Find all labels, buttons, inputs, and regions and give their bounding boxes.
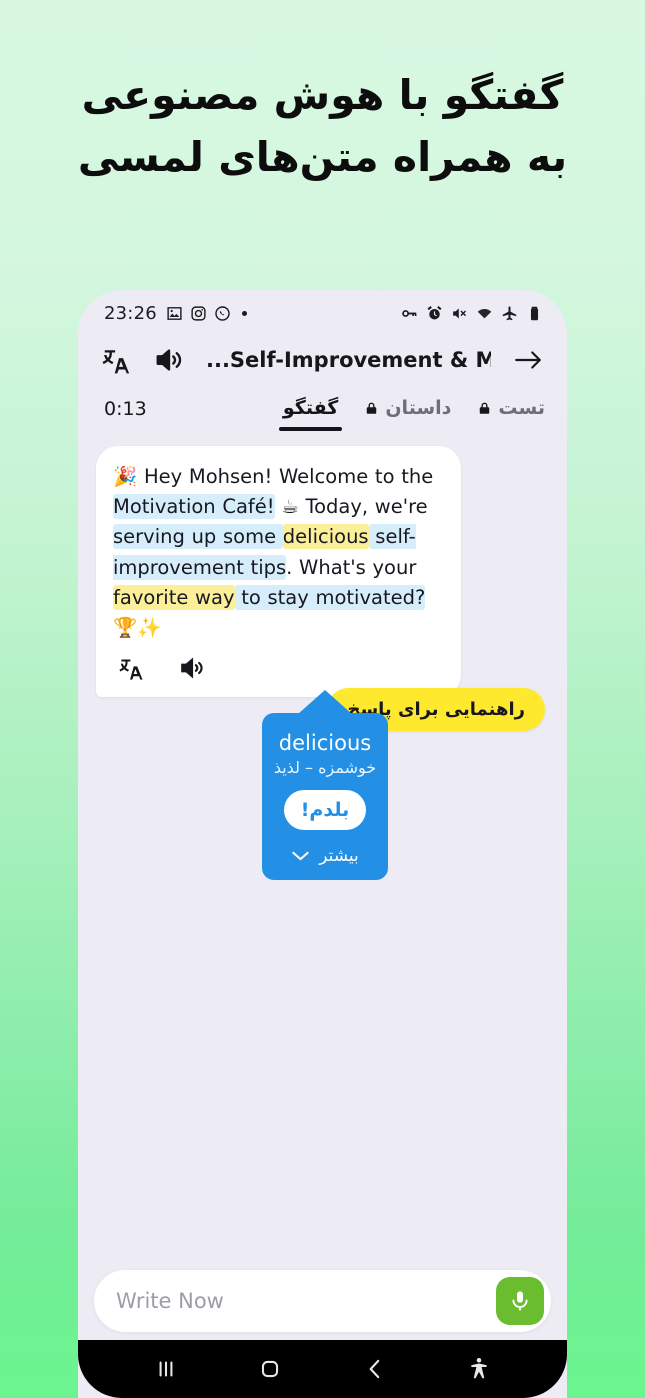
coffee-emoji: ☕ (281, 495, 299, 519)
photo-icon (167, 306, 182, 320)
microphone-button[interactable] (496, 1277, 544, 1325)
mute-icon (453, 308, 467, 318)
lock-icon (367, 402, 377, 414)
home-button[interactable] (218, 1356, 322, 1382)
sparkles-emoji: ✨ (137, 616, 162, 640)
chevron-down-icon (292, 851, 309, 861)
msg-seg-9-highlight[interactable]: to stay motivated? (234, 584, 426, 610)
headline-line-2: به همراه متن‌های لمسی (77, 133, 568, 182)
phone-mockup: 23:26 ...Self-Improvement & Motiv (78, 290, 567, 1398)
tab-list: گفتگو داستان تست (278, 392, 545, 431)
tab-story[interactable]: داستان (364, 392, 451, 431)
back-icon (369, 1359, 379, 1379)
status-bar: 23:26 (78, 290, 567, 332)
alarm-icon (427, 305, 442, 319)
tab-story-label: داستان (385, 397, 452, 419)
translate-icon[interactable] (102, 345, 132, 375)
msg-seg-2-highlight[interactable]: Motivation Café! (113, 494, 275, 520)
dot-indicator (241, 310, 247, 316)
popup-more-toggle[interactable]: بیشتر (272, 846, 378, 870)
recents-icon (159, 1361, 173, 1377)
arrow-right-icon[interactable] (513, 348, 543, 372)
headline-line-1: گفتگو با هوش مصنوعی (81, 71, 564, 119)
translate-icon[interactable] (119, 655, 145, 681)
speaker-icon[interactable] (154, 345, 184, 375)
wifi-icon (477, 308, 492, 318)
android-nav-bar (78, 1340, 567, 1398)
msg-seg-3: Today, we're (298, 495, 428, 519)
msg-seg-7: . What's your (286, 555, 417, 579)
msg-word-delicious[interactable]: delicious (282, 524, 369, 550)
party-popper-emoji: 🎉 (113, 465, 138, 488)
tabs-bar: 0:13 گفتگو داستان تست (78, 388, 567, 438)
promo-headline: گفتگو با هوش مصنوعی به همراه متن‌های لمس… (0, 64, 645, 189)
popup-word: delicious (278, 731, 372, 755)
battery-icon (530, 306, 539, 320)
message-input[interactable] (116, 1289, 496, 1313)
composer-input-wrap[interactable] (94, 1270, 551, 1332)
tab-test-label: تست (498, 397, 545, 419)
message-actions (113, 643, 444, 691)
popup-translation: خوشمزه – لذیذ (273, 758, 377, 777)
airplane-mode-icon (502, 305, 517, 320)
msg-word-favorite[interactable]: favorite way (113, 584, 235, 610)
message-composer (78, 1270, 567, 1332)
popup-more-label: بیشتر (319, 846, 359, 866)
session-timer: 0:13 (104, 398, 147, 420)
whatsapp-icon (215, 305, 230, 321)
tab-conversation-label: گفتگو (282, 397, 339, 419)
accessibility-button[interactable] (427, 1356, 531, 1382)
accessibility-icon (471, 1357, 487, 1379)
app-toolbar: ...Self-Improvement & Motiv (78, 332, 567, 388)
status-bar-system-icons (401, 305, 543, 322)
tab-conversation[interactable]: گفتگو (278, 392, 343, 431)
tab-test[interactable]: تست (477, 392, 545, 431)
assistant-message-text: 🎉 Hey Mohsen! Welcome to the Motivation … (113, 462, 444, 643)
msg-seg-4-highlight[interactable]: serving up some (113, 524, 283, 550)
page-title: ...Self-Improvement & Motiv (206, 348, 491, 372)
instagram-icon (191, 305, 206, 321)
home-icon (262, 1360, 279, 1378)
trophy-emoji: 🏆 (113, 616, 138, 640)
recents-button[interactable] (114, 1356, 218, 1382)
word-definition-popup: delicious خوشمزه – لذیذ بلدم! بیشتر (262, 713, 388, 880)
msg-seg-1: Hey Mohsen! Welcome to the (143, 465, 434, 488)
vpn-key-icon (402, 309, 417, 317)
lock-icon (480, 402, 490, 414)
speaker-icon[interactable] (179, 655, 205, 681)
microphone-icon (512, 1291, 528, 1311)
status-bar-clock: 23:26 (104, 302, 157, 324)
chat-area: 🎉 Hey Mohsen! Welcome to the Motivation … (78, 438, 567, 1276)
back-button[interactable] (323, 1356, 427, 1382)
i-know-it-button[interactable]: بلدم! (284, 790, 366, 830)
status-bar-notifications (166, 305, 247, 322)
assistant-message-bubble[interactable]: 🎉 Hey Mohsen! Welcome to the Motivation … (96, 446, 461, 698)
